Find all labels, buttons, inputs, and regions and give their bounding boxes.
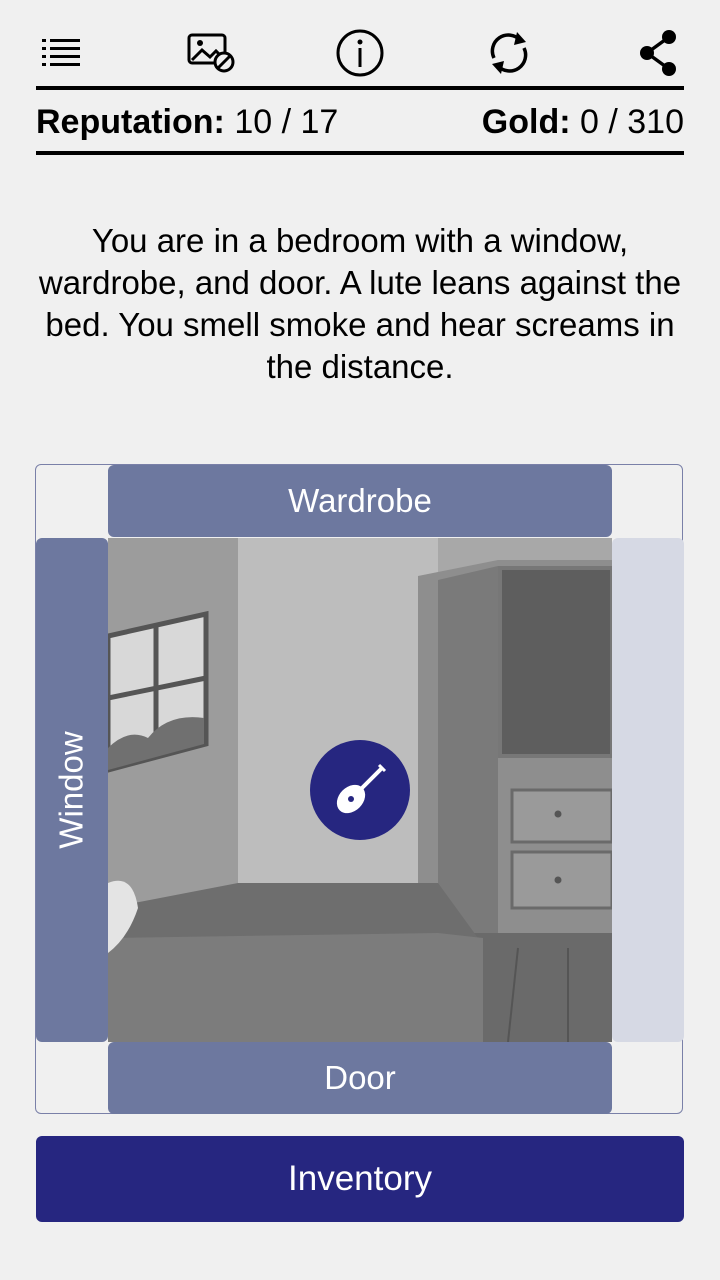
- lute-icon: [336, 763, 387, 814]
- exit-door-button[interactable]: Door: [108, 1042, 612, 1114]
- image-off-icon: [187, 33, 235, 73]
- info-icon: [336, 29, 384, 77]
- exit-door-label: Door: [324, 1059, 396, 1096]
- gold-label: Gold:: [481, 102, 571, 141]
- stats-bar: Reputation: 10 / 17 Gold: 0 / 310: [36, 96, 684, 148]
- restart-button[interactable]: [483, 25, 535, 81]
- stats-divider: [36, 151, 684, 155]
- inventory-label: Inventory: [288, 1159, 432, 1198]
- gold-stat: Gold: 0 / 310: [482, 103, 684, 142]
- lute-item-button[interactable]: [310, 740, 410, 840]
- refresh-icon: [490, 32, 528, 74]
- exit-wardrobe-button[interactable]: Wardrobe: [108, 465, 612, 537]
- exit-right-disabled: [612, 538, 684, 1042]
- gold-value: 0 / 310: [580, 102, 684, 141]
- info-button[interactable]: [334, 25, 386, 81]
- share-icon: [640, 30, 676, 76]
- exit-window-button[interactable]: Window: [36, 538, 108, 1042]
- exit-wardrobe-label: Wardrobe: [288, 482, 432, 519]
- inventory-button[interactable]: Inventory: [36, 1136, 684, 1222]
- reputation-label: Reputation:: [36, 102, 225, 141]
- room-description: You are in a bedroom with a window, ward…: [38, 222, 682, 385]
- share-button[interactable]: [632, 25, 684, 81]
- toggle-images-button[interactable]: [185, 25, 237, 81]
- list-icon: [42, 39, 80, 66]
- toolbar: [36, 22, 684, 84]
- top-divider: [36, 86, 684, 90]
- menu-list-button[interactable]: [36, 25, 88, 81]
- reputation-value: 10 / 17: [234, 102, 339, 141]
- reputation-stat: Reputation: 10 / 17: [36, 103, 338, 142]
- exit-window-label: Window: [53, 731, 90, 849]
